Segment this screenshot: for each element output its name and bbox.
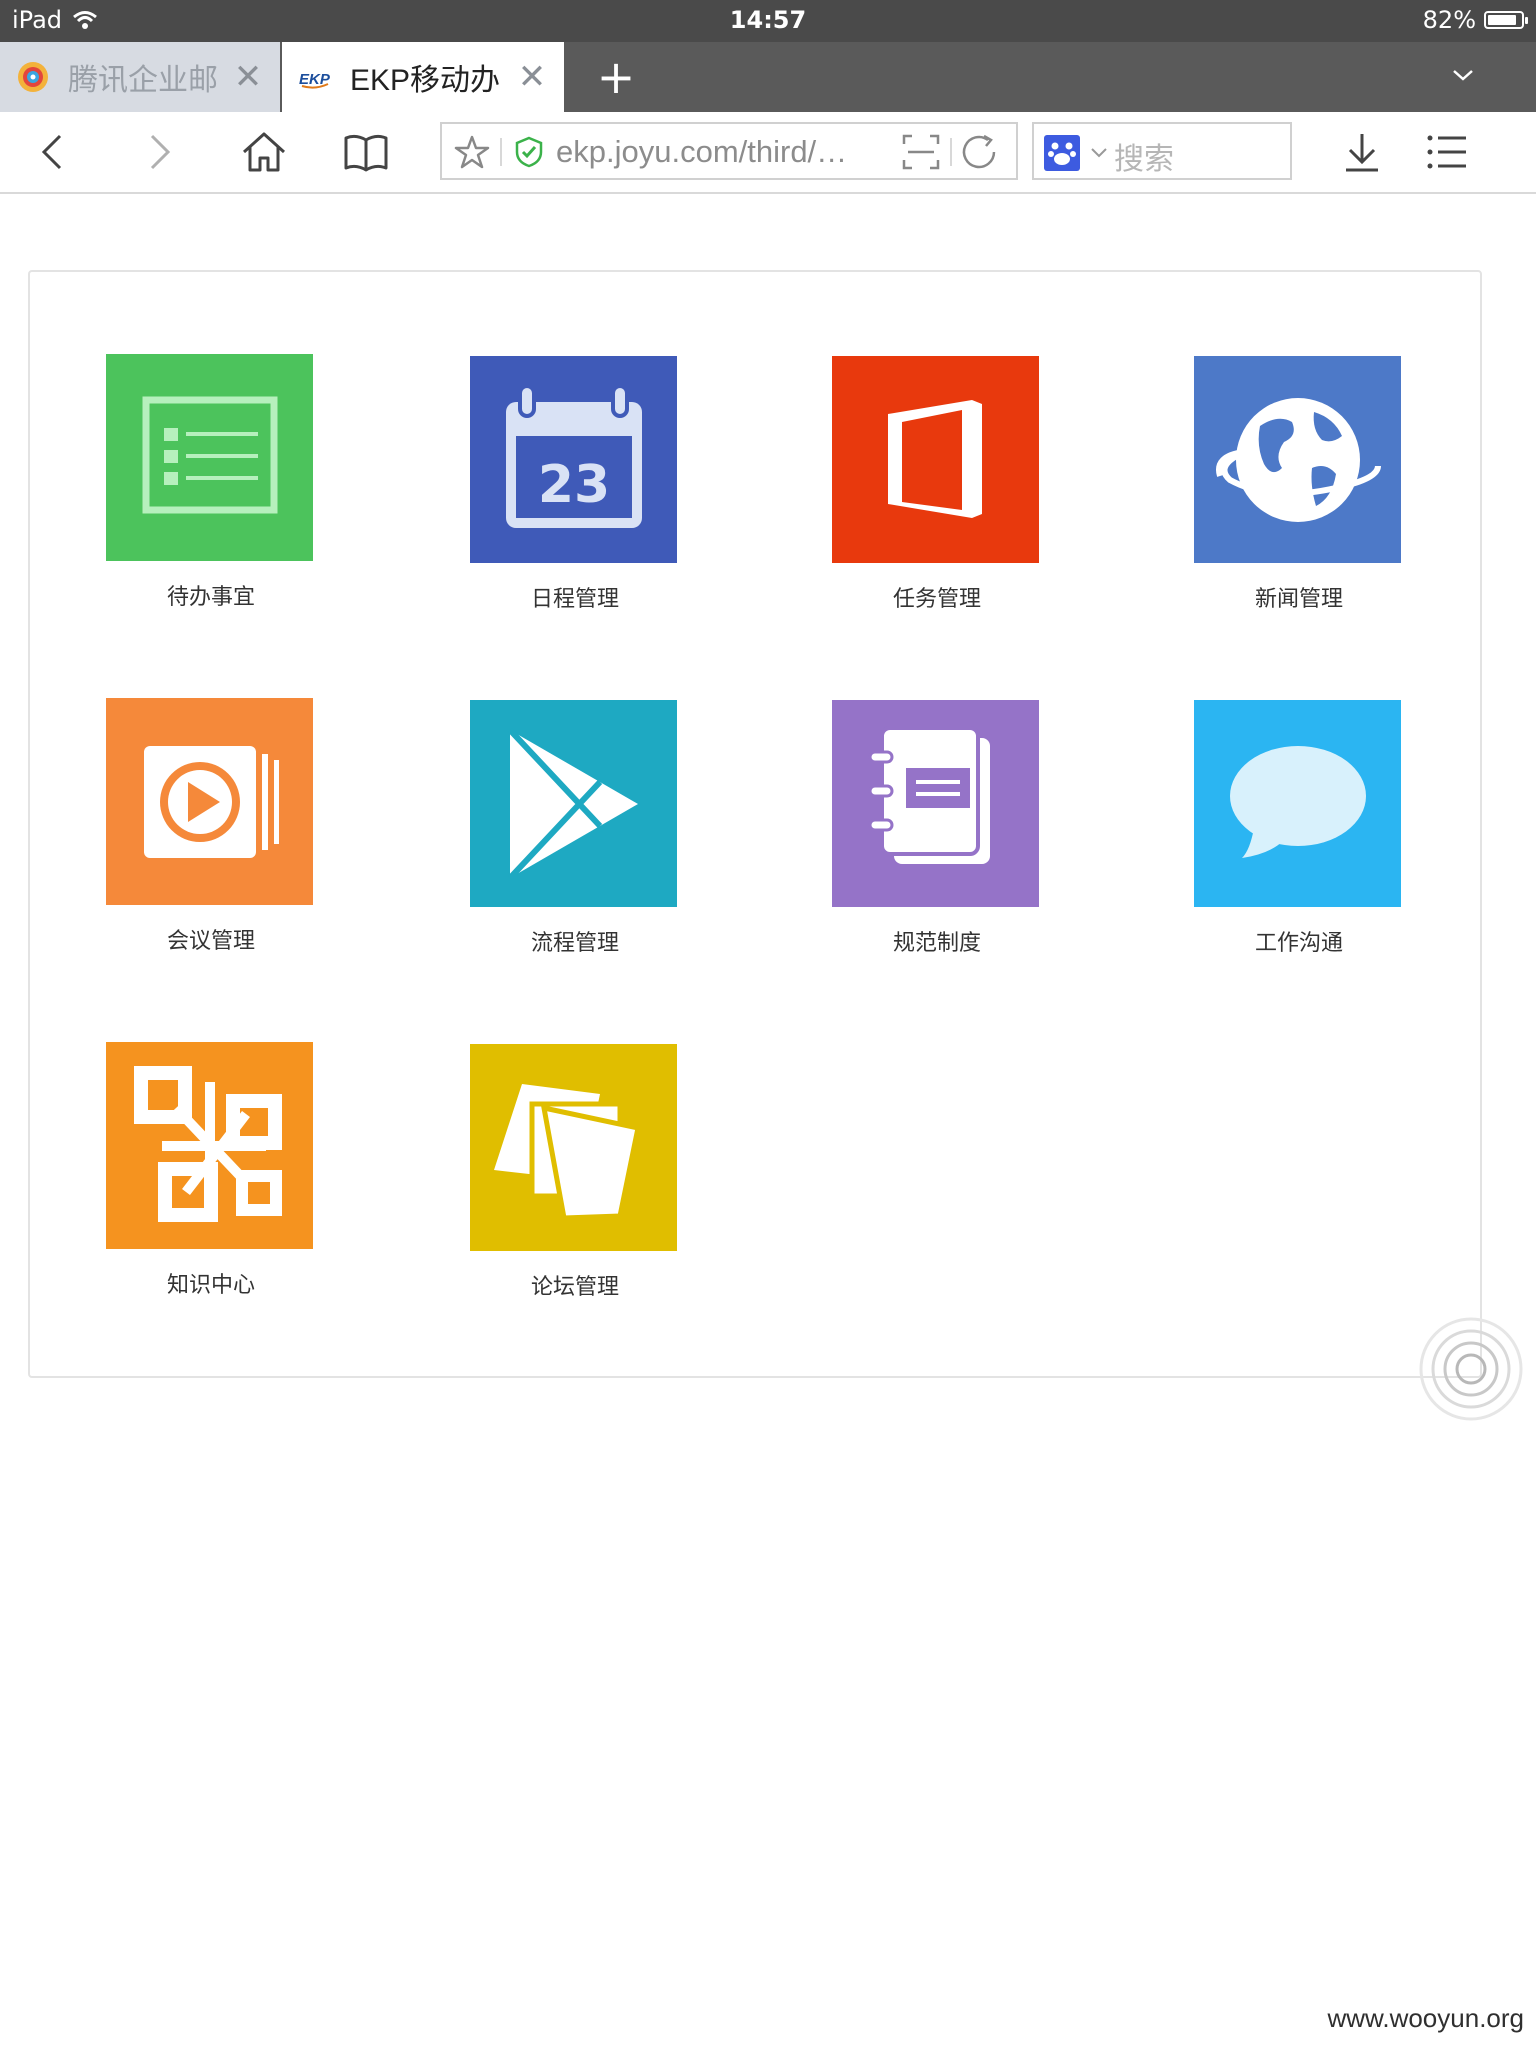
app-knowledge[interactable]: 知识中心	[106, 1042, 316, 1299]
scan-icon[interactable]	[902, 134, 940, 170]
tab-title: EKP移动办	[350, 64, 501, 97]
app-label: 会议管理	[166, 929, 255, 954]
app-news[interactable]: 新闻管理	[1194, 356, 1404, 613]
back-icon[interactable]	[30, 130, 78, 174]
menu-icon[interactable]	[1424, 130, 1472, 174]
list-icon	[142, 396, 278, 514]
tab-ekp[interactable]: EKP EKP移动办 ✕	[282, 42, 564, 112]
app-label: 流程管理	[530, 931, 619, 956]
app-todo[interactable]: 待办事宜	[106, 354, 316, 611]
app-tile[interactable]	[832, 356, 1039, 563]
close-tab-icon[interactable]: ✕	[514, 57, 550, 97]
app-tile[interactable]	[106, 698, 313, 905]
assistive-touch-button[interactable]	[1418, 1316, 1524, 1422]
status-time: 14:57	[729, 6, 807, 34]
bookmarks-icon[interactable]	[342, 130, 390, 174]
forward-icon[interactable]	[134, 130, 182, 174]
address-bar[interactable]: ekp.joyu.com/third/…	[440, 122, 1018, 180]
search-box[interactable]: 搜索	[1032, 122, 1292, 180]
battery-percent: 82%	[1422, 6, 1476, 34]
download-icon[interactable]	[1338, 130, 1386, 174]
close-tab-icon[interactable]: ✕	[230, 57, 266, 97]
notes-icon	[494, 1084, 641, 1221]
app-label: 任务管理	[892, 587, 981, 612]
app-tile[interactable]	[106, 354, 313, 561]
tencent-mail-favicon-icon	[18, 62, 48, 92]
app-regulations[interactable]: 规范制度	[832, 700, 1042, 957]
watermark-text: www.wooyun.org	[1327, 2003, 1524, 2033]
app-label: 论坛管理	[530, 1275, 619, 1300]
app-label: 知识中心	[166, 1273, 255, 1298]
app-label: 待办事宜	[166, 585, 255, 610]
status-bar: iPad 14:57 82%	[0, 0, 1536, 42]
calendar-icon: 23	[506, 384, 642, 528]
app-schedule[interactable]: 23 日程管理	[470, 356, 680, 613]
app-tile[interactable]	[832, 700, 1039, 907]
battery-icon	[1484, 11, 1528, 29]
star-icon[interactable]	[454, 134, 490, 170]
app-forum[interactable]: 论坛管理	[470, 1044, 680, 1301]
browser-toolbar: ekp.joyu.com/third/… 搜索	[0, 112, 1536, 194]
app-communication[interactable]: 工作沟通	[1194, 700, 1404, 957]
app-label: 日程管理	[530, 587, 619, 612]
refresh-icon[interactable]	[960, 134, 1000, 170]
app-tile[interactable]	[470, 700, 677, 907]
speech-bubble-icon	[1230, 746, 1366, 858]
network-icon	[134, 1066, 282, 1222]
calendar-day-text: 23	[538, 455, 610, 515]
chevron-down-icon[interactable]	[1090, 146, 1108, 160]
globe-icon	[1216, 398, 1381, 522]
new-tab-button[interactable]: +	[596, 42, 636, 112]
shield-check-icon	[515, 136, 543, 168]
video-icon	[144, 746, 279, 858]
app-tile[interactable]	[1194, 356, 1401, 563]
app-tile[interactable]	[1194, 700, 1401, 907]
app-label: 新闻管理	[1254, 587, 1343, 612]
tab-bar: 腾讯企业邮 ✕ EKP EKP移动办 ✕ +	[0, 42, 1536, 112]
app-tile[interactable]	[470, 1044, 677, 1251]
play-icon	[507, 727, 638, 881]
tab-tencent-mail[interactable]: 腾讯企业邮 ✕	[0, 42, 280, 112]
home-icon[interactable]	[240, 130, 288, 174]
office-icon	[888, 400, 982, 518]
app-workflow[interactable]: 流程管理	[470, 700, 680, 957]
app-meeting[interactable]: 会议管理	[106, 698, 316, 955]
app-tile[interactable]	[106, 1042, 313, 1249]
app-tasks[interactable]: 任务管理	[832, 356, 1042, 613]
baidu-paw-icon[interactable]	[1044, 135, 1080, 171]
chevron-down-icon[interactable]	[1452, 64, 1474, 86]
app-label: 规范制度	[892, 931, 981, 956]
ekp-favicon-icon: EKP	[299, 71, 331, 89]
search-placeholder: 搜索	[1114, 142, 1174, 177]
url-text: ekp.joyu.com/third/…	[556, 134, 848, 169]
app-grid-card: 待办事宜 23 日程管理 任务管理 新闻管理 会议管理 流程管理 规范制度 工作…	[28, 270, 1482, 1378]
tab-title: 腾讯企业邮	[68, 64, 218, 97]
app-label: 工作沟通	[1254, 931, 1343, 956]
notebook-icon	[868, 726, 990, 864]
app-tile[interactable]: 23	[470, 356, 677, 563]
status-right: 82%	[1422, 6, 1528, 34]
